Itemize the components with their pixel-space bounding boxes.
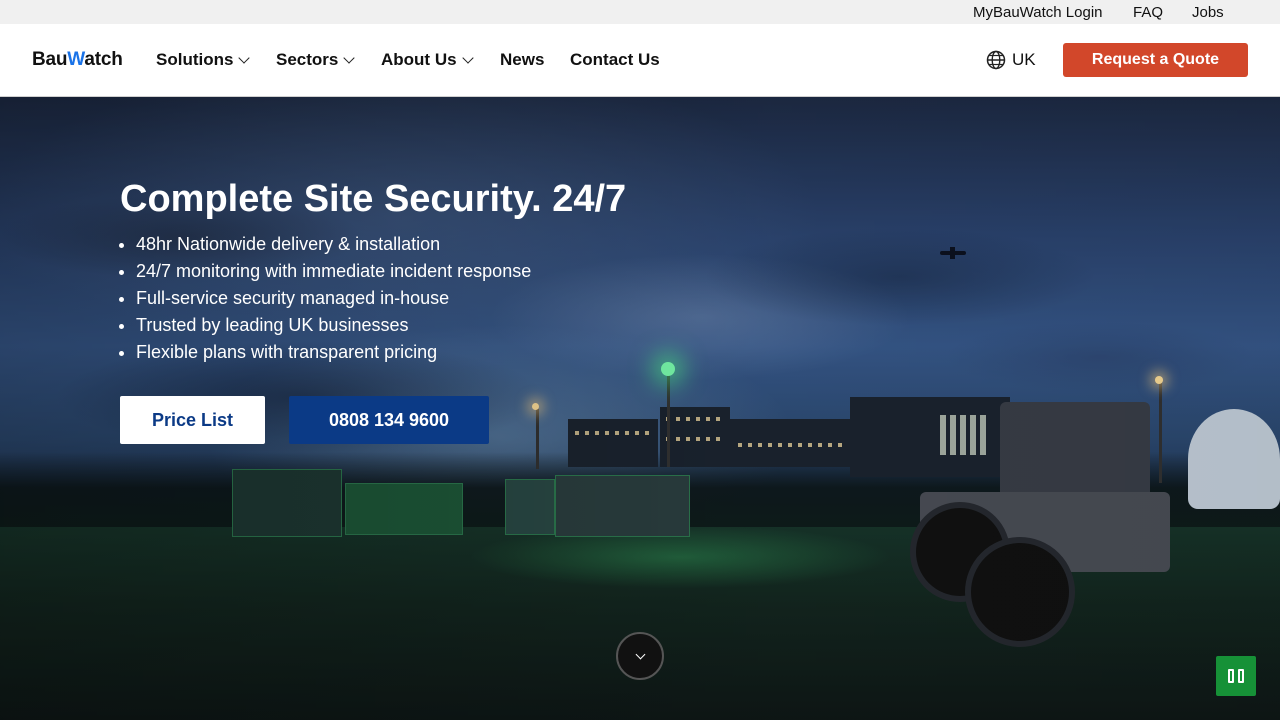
hero-feature-item: 24/7 monitoring with immediate incident … xyxy=(136,258,531,285)
pause-icon xyxy=(1238,669,1244,683)
request-quote-button[interactable]: Request a Quote xyxy=(1063,43,1248,77)
nav-news-label: News xyxy=(500,50,545,69)
nav-sectors[interactable]: Sectors xyxy=(276,49,356,71)
nav-about-us[interactable]: About Us xyxy=(381,49,474,71)
chevron-down-icon xyxy=(635,649,645,659)
hero-feature-item: Full-service security managed in-house xyxy=(136,285,531,312)
nav-news[interactable]: News xyxy=(500,49,544,71)
hero-section: Complete Site Security. 24/7 48hr Nation… xyxy=(0,97,1280,720)
nav-about-us-label: About Us xyxy=(381,50,457,69)
hero-title: Complete Site Security. 24/7 xyxy=(120,178,627,220)
logo-text-atch: atch xyxy=(84,49,123,70)
utility-bar: MyBauWatch Login FAQ Jobs xyxy=(0,0,1280,24)
nav-contact-us-label: Contact Us xyxy=(570,50,660,69)
hero-feature-list: 48hr Nationwide delivery & installation … xyxy=(136,231,531,366)
nav-solutions[interactable]: Solutions xyxy=(156,49,251,71)
price-list-button[interactable]: Price List xyxy=(120,396,265,444)
jobs-link[interactable]: Jobs xyxy=(1192,4,1224,22)
language-label: UK xyxy=(1012,50,1036,69)
logo-text-w: W xyxy=(67,49,85,70)
nav-contact-us[interactable]: Contact Us xyxy=(570,49,660,71)
chevron-down-icon xyxy=(238,52,251,64)
pause-icon xyxy=(1228,669,1234,683)
site-header: BauWatch Solutions Sectors About Us News… xyxy=(0,24,1280,97)
chevron-down-icon xyxy=(461,52,474,64)
logo-text-bau: Bau xyxy=(32,49,68,70)
bauwatch-logo[interactable]: BauWatch xyxy=(32,49,123,71)
chevron-down-icon xyxy=(343,52,356,64)
mybauwatch-login-link[interactable]: MyBauWatch Login xyxy=(973,4,1103,22)
hero-feature-item: Flexible plans with transparent pricing xyxy=(136,339,531,366)
nav-sectors-label: Sectors xyxy=(276,50,339,69)
globe-icon xyxy=(986,50,1006,70)
nav-solutions-label: Solutions xyxy=(156,50,234,69)
hero-feature-item: 48hr Nationwide delivery & installation xyxy=(136,231,531,258)
hero-feature-item: Trusted by leading UK businesses xyxy=(136,312,531,339)
pause-video-button[interactable] xyxy=(1216,656,1256,696)
language-selector[interactable]: UK xyxy=(986,49,1036,71)
faq-link[interactable]: FAQ xyxy=(1133,4,1163,22)
scroll-down-button[interactable] xyxy=(616,632,664,680)
phone-number-button[interactable]: 0808 134 9600 xyxy=(289,396,489,444)
